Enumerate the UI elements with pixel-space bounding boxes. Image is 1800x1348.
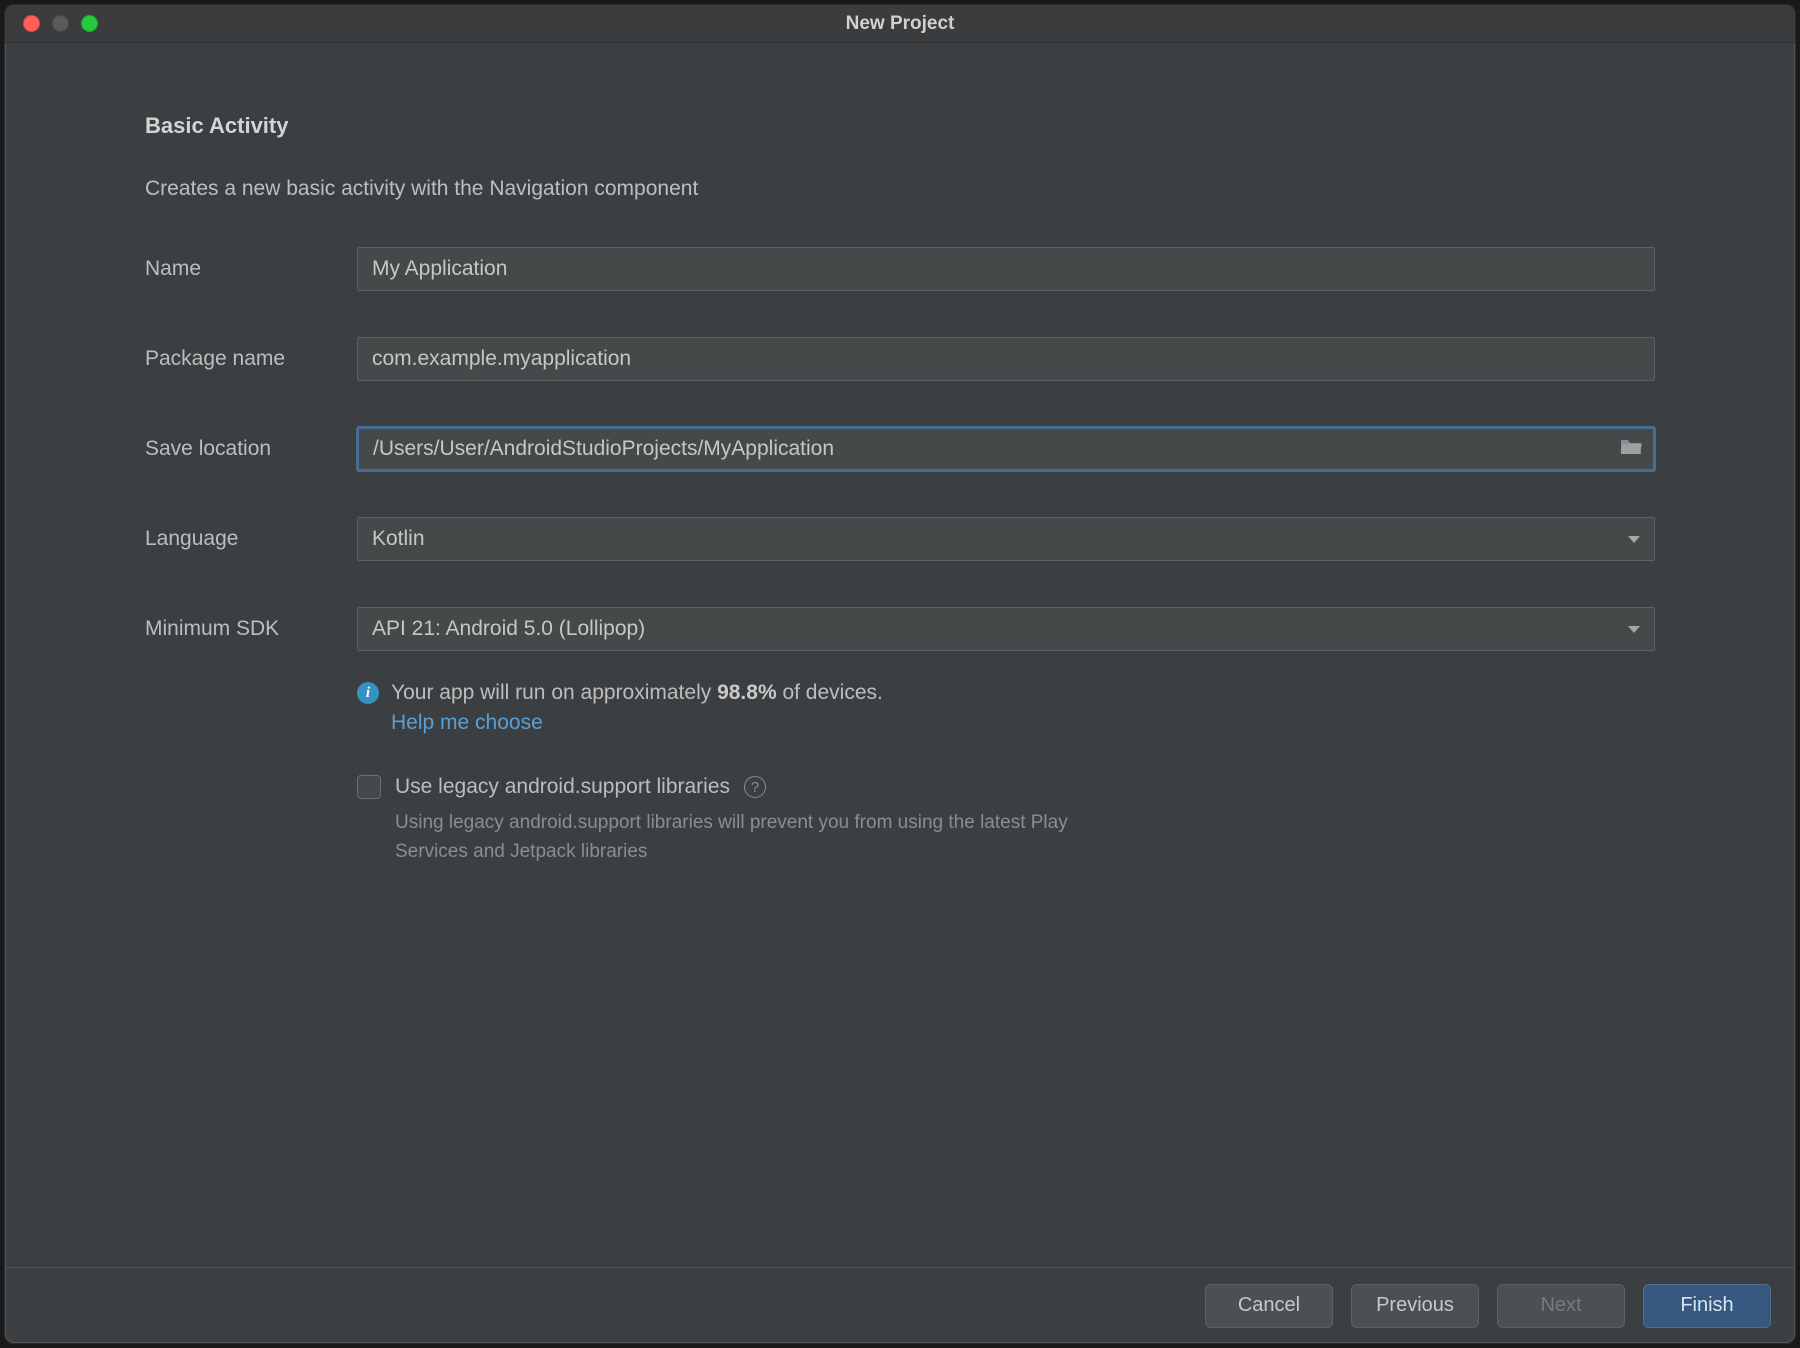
legacy-support-checkbox[interactable] bbox=[357, 775, 381, 799]
package-row: Package name bbox=[145, 337, 1655, 381]
coverage-percent: 98.8% bbox=[717, 681, 777, 704]
dialog-content: Basic Activity Creates a new basic activ… bbox=[5, 43, 1795, 1267]
window-controls bbox=[5, 15, 98, 32]
next-button: Next bbox=[1497, 1284, 1625, 1328]
location-row: Save location bbox=[145, 427, 1655, 471]
sdk-label: Minimum SDK bbox=[145, 617, 357, 641]
package-label: Package name bbox=[145, 347, 357, 371]
new-project-dialog: New Project Basic Activity Creates a new… bbox=[4, 4, 1796, 1344]
coverage-prefix: Your app will run on approximately bbox=[391, 681, 717, 704]
browse-folder-icon[interactable] bbox=[1619, 436, 1643, 462]
legacy-support-note: Using legacy android.support libraries w… bbox=[395, 809, 1075, 866]
legacy-support-label: Use legacy android.support libraries bbox=[395, 775, 730, 799]
legacy-checkbox-row: Use legacy android.support libraries ? bbox=[357, 775, 1655, 799]
dialog-footer: Cancel Previous Next Finish bbox=[5, 1267, 1795, 1343]
sdk-row: Minimum SDK API 21: Android 5.0 (Lollipo… bbox=[145, 607, 1655, 651]
window-title: New Project bbox=[5, 13, 1795, 35]
location-label: Save location bbox=[145, 437, 357, 461]
finish-button[interactable]: Finish bbox=[1643, 1284, 1771, 1328]
info-icon: i bbox=[357, 682, 379, 704]
previous-button[interactable]: Previous bbox=[1351, 1284, 1479, 1328]
sdk-select[interactable]: API 21: Android 5.0 (Lollipop) bbox=[357, 607, 1655, 651]
language-row: Language Kotlin bbox=[145, 517, 1655, 561]
chevron-down-icon bbox=[1628, 536, 1640, 543]
help-me-choose-link[interactable]: Help me choose bbox=[391, 711, 543, 735]
location-input[interactable] bbox=[357, 427, 1655, 471]
coverage-suffix: of devices. bbox=[777, 681, 883, 704]
page-heading: Basic Activity bbox=[145, 113, 1655, 139]
chevron-down-icon bbox=[1628, 626, 1640, 633]
sdk-coverage-text: i Your app will run on approximately 98.… bbox=[357, 681, 1655, 705]
language-select[interactable]: Kotlin bbox=[357, 517, 1655, 561]
cancel-button[interactable]: Cancel bbox=[1205, 1284, 1333, 1328]
package-input[interactable] bbox=[357, 337, 1655, 381]
maximize-window-button[interactable] bbox=[81, 15, 98, 32]
name-label: Name bbox=[145, 257, 357, 281]
help-icon[interactable]: ? bbox=[744, 776, 766, 798]
sdk-value: API 21: Android 5.0 (Lollipop) bbox=[372, 617, 645, 641]
close-window-button[interactable] bbox=[23, 15, 40, 32]
language-value: Kotlin bbox=[372, 527, 425, 551]
page-description: Creates a new basic activity with the Na… bbox=[145, 177, 1655, 201]
name-row: Name bbox=[145, 247, 1655, 291]
titlebar: New Project bbox=[5, 5, 1795, 43]
sdk-info-block: i Your app will run on approximately 98.… bbox=[357, 681, 1655, 735]
legacy-block: Use legacy android.support libraries ? U… bbox=[357, 775, 1655, 866]
language-label: Language bbox=[145, 527, 357, 551]
name-input[interactable] bbox=[357, 247, 1655, 291]
minimize-window-button[interactable] bbox=[52, 15, 69, 32]
